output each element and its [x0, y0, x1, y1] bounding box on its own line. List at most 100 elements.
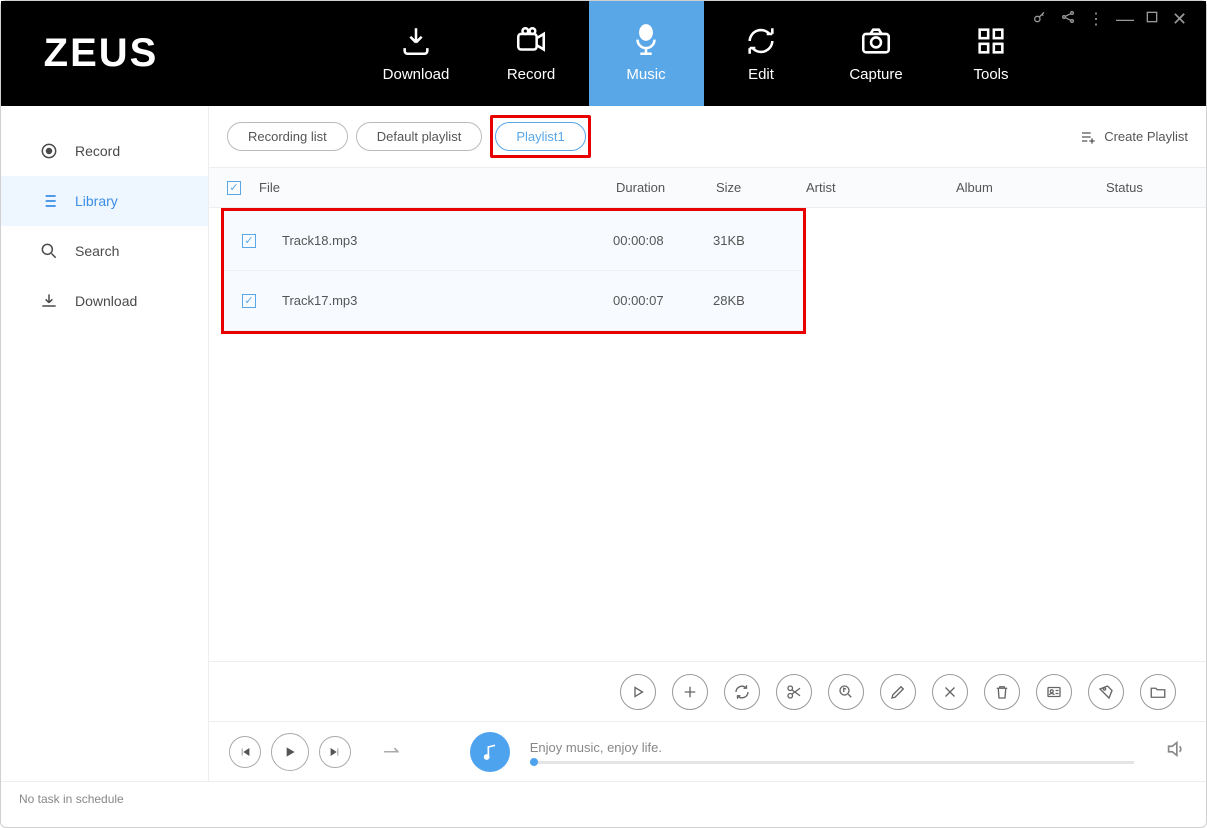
sidebar-record-label: Record — [75, 143, 120, 159]
header-status[interactable]: Status — [1106, 180, 1206, 195]
add-button[interactable] — [672, 674, 708, 710]
card-icon — [1045, 683, 1063, 701]
window-controls: ⋮ — ✕ — [1032, 9, 1188, 25]
header-file[interactable]: File — [259, 180, 616, 195]
record-dot-icon — [39, 141, 59, 161]
nav-capture[interactable]: Capture — [819, 1, 934, 106]
create-playlist-button[interactable]: Create Playlist — [1080, 129, 1188, 145]
share-icon[interactable] — [1060, 9, 1076, 25]
pill-default-playlist[interactable]: Default playlist — [356, 122, 483, 151]
table-header: ✓ File Duration Size Artist Album Status — [209, 168, 1206, 208]
prev-button[interactable] — [229, 736, 261, 768]
nav-record[interactable]: Record — [474, 1, 589, 106]
refresh-icon — [744, 24, 778, 58]
create-playlist-label: Create Playlist — [1104, 129, 1188, 144]
tag-button[interactable] — [1088, 674, 1124, 710]
row-checkbox[interactable]: ✓ — [242, 294, 256, 308]
plus-icon — [681, 683, 699, 701]
next-button[interactable] — [319, 736, 351, 768]
download-icon — [399, 24, 433, 58]
header-checkbox[interactable]: ✓ — [209, 181, 259, 195]
camera-icon — [859, 24, 893, 58]
top-bar: ZEUS Download Record Music Edit Capture … — [1, 1, 1206, 106]
maximize-icon[interactable] — [1144, 9, 1160, 25]
row-duration: 00:00:08 — [613, 233, 713, 248]
download-small-icon — [39, 291, 59, 311]
edit-button[interactable] — [880, 674, 916, 710]
camera-record-icon — [514, 24, 548, 58]
prev-icon — [238, 745, 252, 759]
row-duration: 00:00:07 — [613, 293, 713, 308]
tracks-area: ✓ Track18.mp3 00:00:08 31KB ✓ Track17.mp… — [209, 208, 1206, 661]
row-size: 31KB — [713, 233, 803, 248]
tracks-highlight-box: ✓ Track18.mp3 00:00:08 31KB ✓ Track17.mp… — [221, 208, 806, 334]
nav-download[interactable]: Download — [359, 1, 474, 106]
nav-music[interactable]: Music — [589, 1, 704, 106]
next-icon — [328, 745, 342, 759]
content-area: Recording list Default playlist Playlist… — [209, 106, 1206, 781]
music-search-icon — [837, 683, 855, 701]
table-row[interactable]: ✓ Track17.mp3 00:00:07 28KB — [224, 271, 803, 331]
row-checkbox[interactable]: ✓ — [242, 234, 256, 248]
note-icon — [480, 742, 500, 762]
play-button[interactable] — [271, 733, 309, 771]
pill-recording-list[interactable]: Recording list — [227, 122, 348, 151]
sidebar-download-label: Download — [75, 293, 137, 309]
folder-button[interactable] — [1140, 674, 1176, 710]
table-row[interactable]: ✓ Track18.mp3 00:00:08 31KB — [224, 211, 803, 271]
pill-playlist1[interactable]: Playlist1 — [495, 122, 585, 151]
progress-bar[interactable] — [530, 761, 1134, 764]
close-icon[interactable]: ✕ — [1172, 9, 1188, 25]
volume-button[interactable] — [1164, 738, 1186, 765]
progress-thumb[interactable] — [530, 758, 538, 766]
pill-group: Recording list Default playlist Playlist… — [227, 115, 591, 158]
cut-button[interactable] — [776, 674, 812, 710]
action-bar — [209, 661, 1206, 721]
shuffle-icon[interactable]: ⇀ — [383, 739, 400, 764]
refresh-button[interactable] — [724, 674, 760, 710]
sidebar-item-search[interactable]: Search — [1, 226, 208, 276]
player-controls: ⇀ — [229, 733, 400, 771]
minimize-icon[interactable]: — — [1116, 9, 1132, 25]
mic-icon — [629, 24, 663, 58]
nav-record-label: Record — [507, 66, 555, 83]
nav-music-label: Music — [626, 66, 665, 83]
identify-button[interactable] — [828, 674, 864, 710]
header-duration[interactable]: Duration — [616, 180, 716, 195]
player-bar: ⇀ Enjoy music, enjoy life. — [209, 721, 1206, 781]
scissors-icon — [785, 683, 803, 701]
play-track-button[interactable] — [620, 674, 656, 710]
nav-download-label: Download — [383, 66, 450, 83]
refresh-small-icon — [733, 683, 751, 701]
more-icon[interactable]: ⋮ — [1088, 9, 1104, 25]
nav-edit-label: Edit — [748, 66, 774, 83]
nav-edit[interactable]: Edit — [704, 1, 819, 106]
now-playing-art — [470, 732, 510, 772]
ticket-icon — [1097, 683, 1115, 701]
main-area: Record Library Search Download Recording… — [1, 106, 1206, 781]
id-card-button[interactable] — [1036, 674, 1072, 710]
sidebar-item-record[interactable]: Record — [1, 126, 208, 176]
nav-capture-label: Capture — [849, 66, 902, 83]
trash-icon — [993, 683, 1011, 701]
volume-icon — [1164, 738, 1186, 760]
pencil-icon — [889, 683, 907, 701]
playlist-tabs-row: Recording list Default playlist Playlist… — [209, 106, 1206, 168]
play-main-icon — [282, 744, 298, 760]
player-slogan: Enjoy music, enjoy life. — [530, 740, 1134, 755]
status-text: No task in schedule — [19, 792, 124, 806]
x-icon — [941, 683, 959, 701]
delete-button[interactable] — [984, 674, 1020, 710]
sidebar-item-library[interactable]: Library — [1, 176, 208, 226]
header-size[interactable]: Size — [716, 180, 806, 195]
player-info: Enjoy music, enjoy life. — [530, 740, 1134, 764]
search-icon — [39, 241, 59, 261]
sidebar-item-download[interactable]: Download — [1, 276, 208, 326]
key-icon[interactable] — [1032, 9, 1048, 25]
nav-tools-label: Tools — [973, 66, 1008, 83]
header-album[interactable]: Album — [956, 180, 1106, 195]
row-file: Track17.mp3 — [274, 293, 613, 308]
remove-button[interactable] — [932, 674, 968, 710]
header-artist[interactable]: Artist — [806, 180, 956, 195]
folder-icon — [1149, 683, 1167, 701]
